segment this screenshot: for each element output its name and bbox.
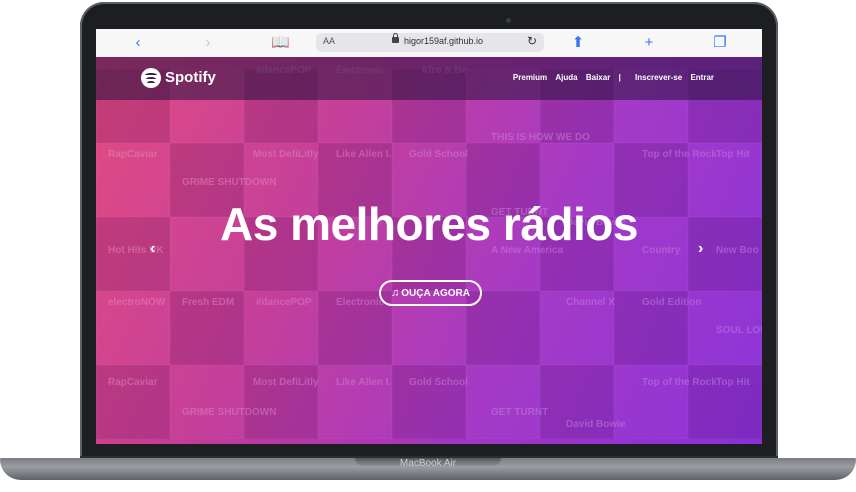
playlist-tile-label: GRIME SHUTDOWN: [182, 177, 277, 188]
share-icon[interactable]: ⬆: [570, 35, 586, 51]
playlist-tile-label: Most DefiLitly: [253, 377, 319, 388]
nav-help[interactable]: Ajuda: [555, 73, 577, 82]
playlist-tile-label: RapCaviar: [108, 377, 158, 388]
playlist-tile-label: Gold School: [409, 377, 468, 388]
url-text: higor159af.github.io: [404, 36, 484, 46]
model-label: MacBook Air: [399, 458, 457, 469]
nav-separator: |: [618, 73, 621, 82]
playlist-tile-label: Gold Edition: [642, 297, 702, 308]
hero-section: #dancePOPElectronicAfro & BeRapCaviarMos…: [96, 57, 762, 444]
playlist-tile: [170, 365, 244, 439]
playlist-tile-label: RapCaviar: [108, 149, 158, 160]
playlist-tile-label: #dancePOP: [256, 297, 312, 308]
nav-premium[interactable]: Premium: [513, 73, 547, 82]
playlist-tile-label: Electronic: [336, 297, 385, 308]
music-note-icon: ♫: [391, 287, 400, 299]
tabs-icon[interactable]: ❐: [712, 35, 728, 51]
playlist-tile-label: Top Hit: [716, 377, 750, 388]
brand-name: Spotify: [165, 69, 216, 86]
nav-signup[interactable]: Inscrever-se: [635, 73, 682, 82]
book-icon[interactable]: 📖: [271, 35, 290, 51]
text-size-button[interactable]: AA: [323, 36, 335, 46]
playlist-tile-label: David Bowie: [566, 419, 626, 430]
playlist-tile-label: GET TURNT: [491, 407, 549, 418]
site-navbar: Spotify Premium Ajuda Baixar | Inscrever…: [96, 57, 762, 100]
browser-toolbar: ‹ › 📖 AA higor159af.github.io ↻ ⬆ + ❐: [96, 29, 762, 58]
playlist-tile-label: SOUL LOUNGE: [716, 325, 762, 336]
playlist-tile-label: Top of the Rock: [642, 149, 717, 160]
address-bar[interactable]: AA higor159af.github.io ↻: [316, 33, 544, 52]
new-tab-icon[interactable]: +: [641, 35, 657, 51]
playlist-tile-label: THIS IS HOW WE DO: [491, 132, 590, 143]
nav-links: Premium Ajuda Baixar | Inscrever-se Entr…: [507, 73, 714, 82]
playlist-tile-label: Top of the Rock: [642, 377, 717, 388]
hero-headline: As melhores rádios: [220, 198, 638, 250]
listen-now-label: OUÇA AGORA: [401, 288, 470, 299]
playlist-tile-label: Channel X: [566, 297, 615, 308]
playlist-tile-label: Top Hit: [716, 149, 750, 160]
camera-dot: [506, 18, 511, 23]
playlist-tile-label: Like Allen I.: [336, 149, 392, 160]
nav-login[interactable]: Entrar: [690, 73, 714, 82]
listen-now-button[interactable]: ♫ OUÇA AGORA: [379, 280, 482, 306]
back-icon[interactable]: ‹: [130, 35, 146, 51]
lock-icon: [392, 33, 399, 43]
playlist-tile-label: Fresh EDM: [182, 297, 235, 308]
nav-download[interactable]: Baixar: [586, 73, 610, 82]
spotify-logo-icon: [141, 68, 161, 88]
playlist-tile-label: Most DefiLitly: [253, 149, 319, 160]
reload-icon[interactable]: ↻: [527, 34, 537, 48]
forward-icon[interactable]: ›: [200, 35, 216, 51]
playlist-tile-label: electroNOW: [108, 297, 166, 308]
playlist-tile-label: Like Allen I.: [336, 377, 392, 388]
playlist-tile: [466, 365, 540, 439]
laptop-screen: ‹ › 📖 AA higor159af.github.io ↻ ⬆ + ❐ #d…: [96, 29, 762, 444]
playlist-tile-label: Gold School: [409, 149, 468, 160]
playlist-tile-label: GRIME SHUTDOWN: [182, 407, 277, 418]
